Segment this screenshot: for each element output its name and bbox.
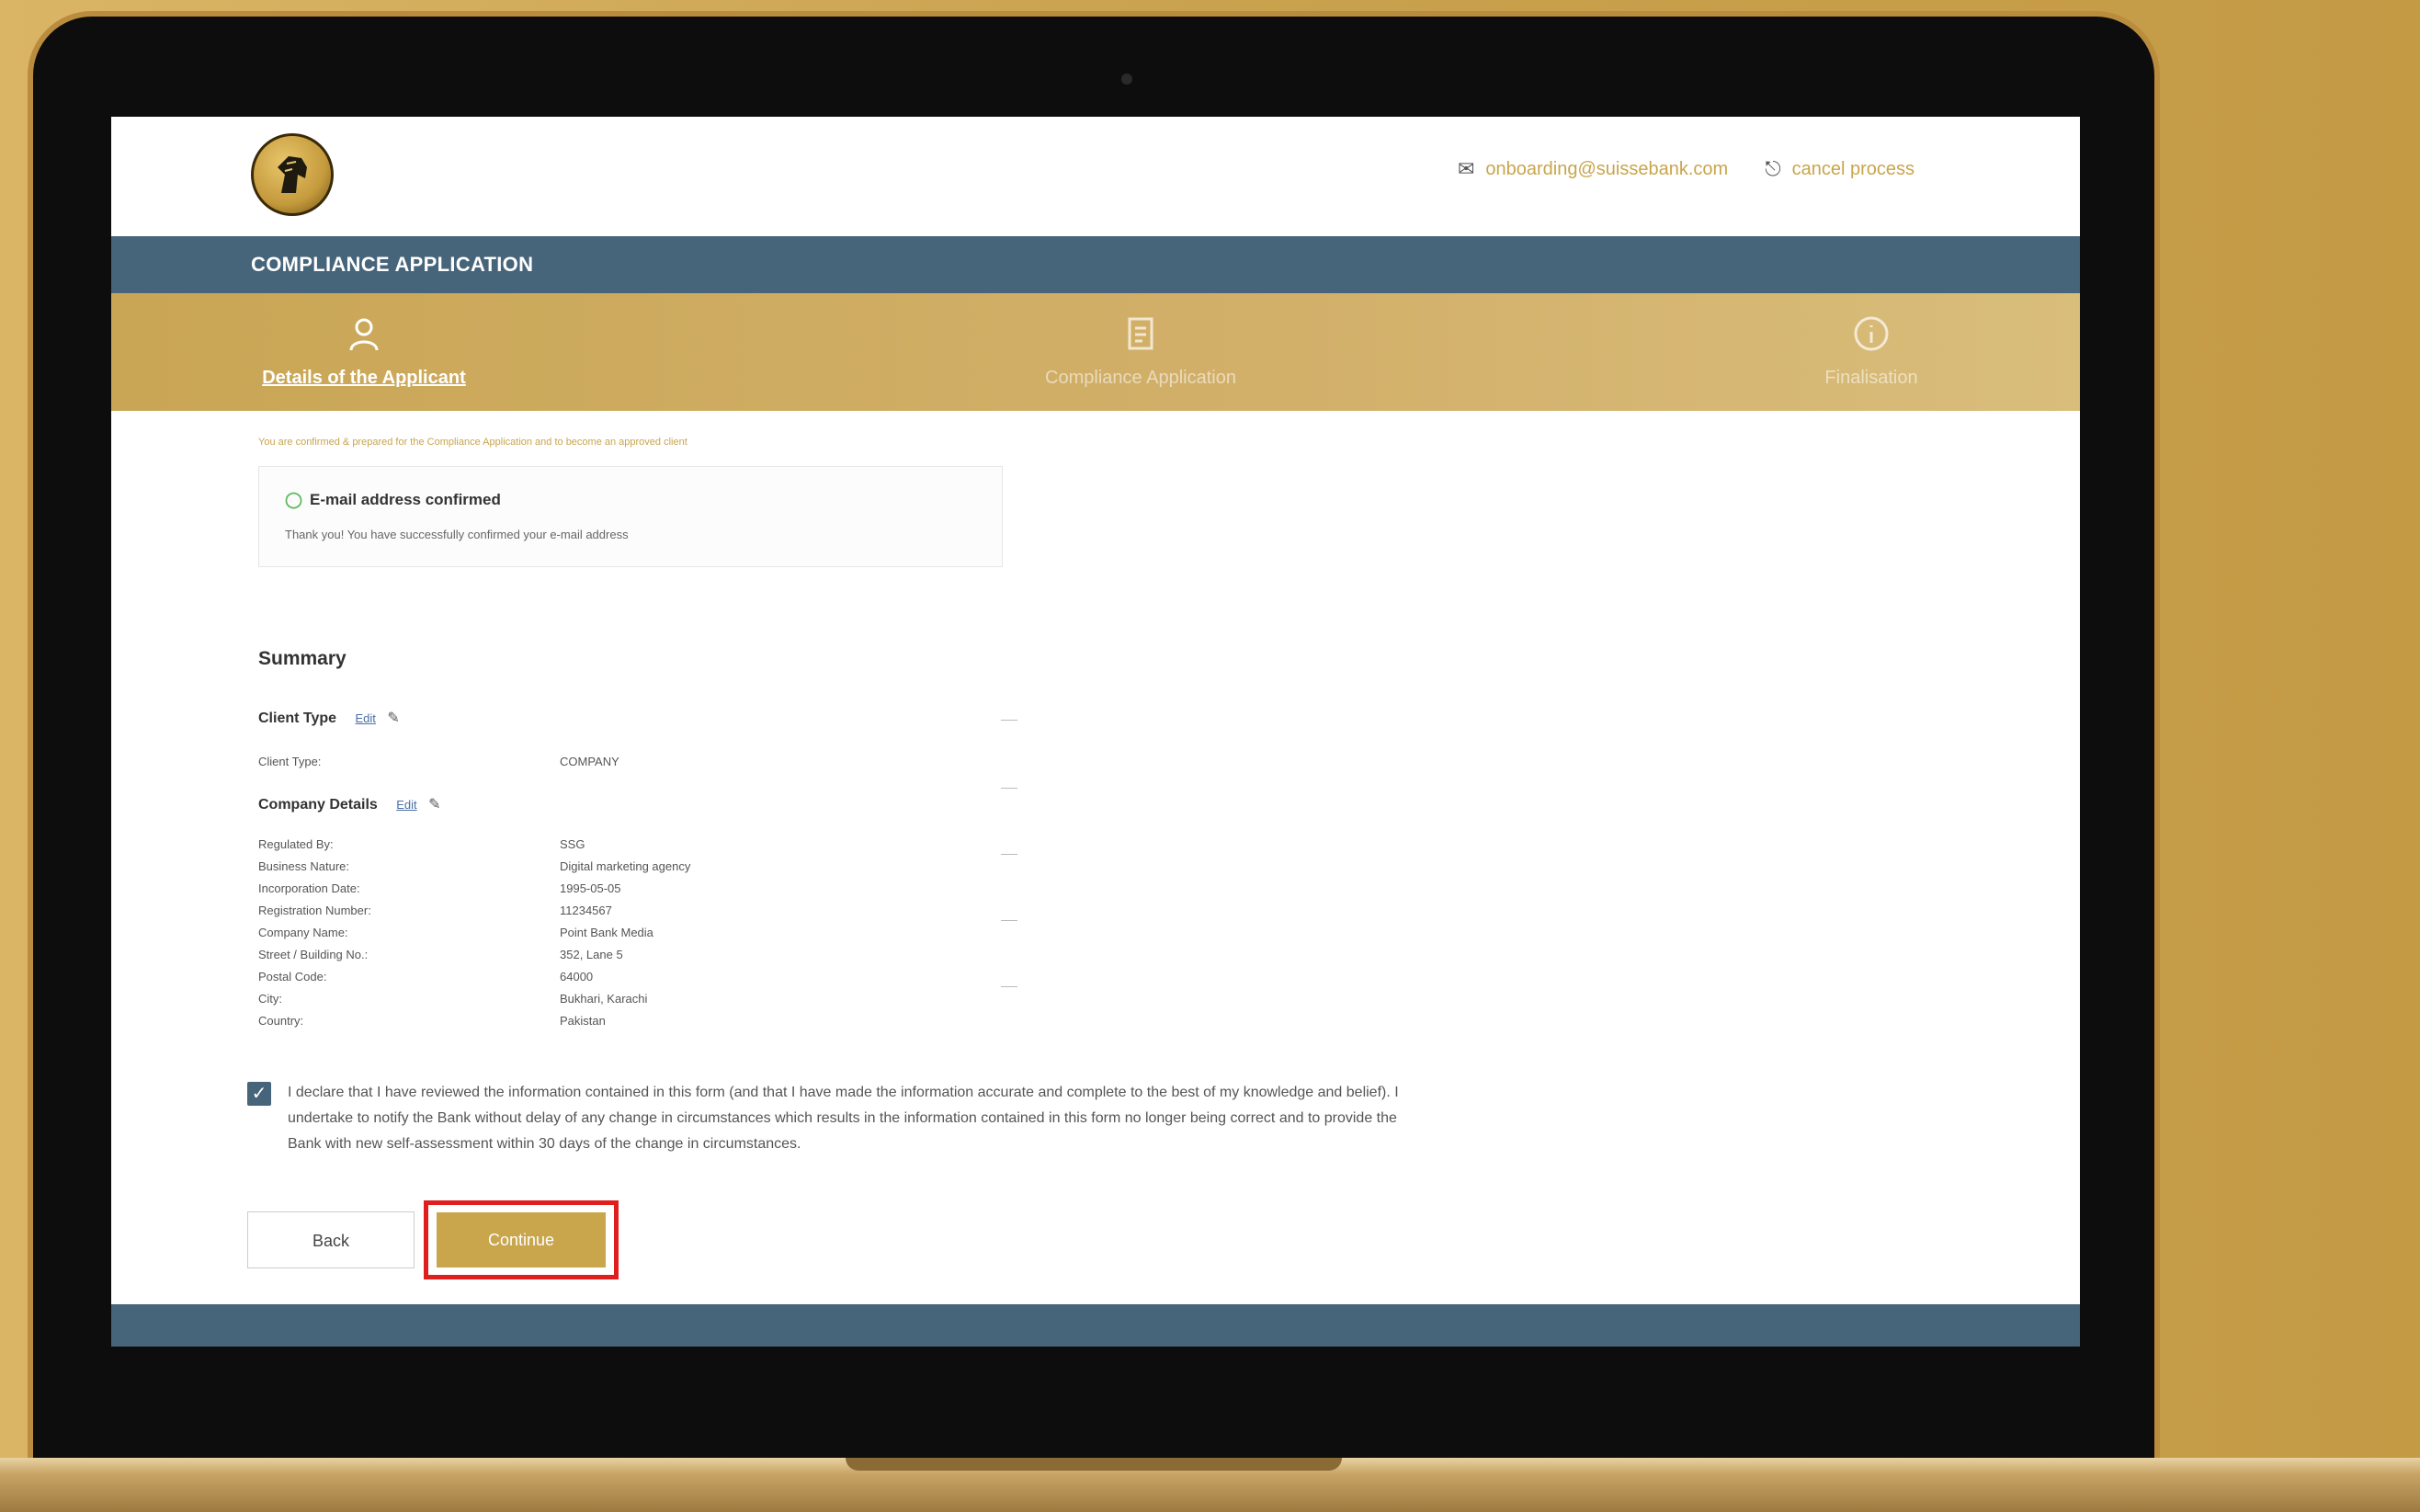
check-circle-icon: ◯ bbox=[285, 491, 303, 508]
cancel-text: cancel process bbox=[1791, 158, 1914, 179]
declaration-text: I declare that I have reviewed the infor… bbox=[288, 1085, 1399, 1152]
step-label: Finalisation bbox=[1824, 368, 1918, 388]
edit-client-type-link[interactable]: Edit bbox=[356, 711, 376, 725]
client-type-heading: Client Type Edit ✎ bbox=[258, 709, 400, 727]
email-confirmed-notice: ◯ E-mail address confirmed Thank you! You… bbox=[258, 466, 1003, 567]
row-value: Digital marketing agency bbox=[560, 859, 691, 873]
summary-title: Summary bbox=[258, 648, 347, 669]
notice-title: ◯ E-mail address confirmed bbox=[285, 491, 501, 509]
site-footer bbox=[111, 1304, 2080, 1347]
divider bbox=[1001, 720, 1017, 721]
notice-title-text: E-mail address confirmed bbox=[310, 491, 501, 508]
site-header: ✉ onboarding@suissebank.com ⎋ cancel pro… bbox=[111, 117, 2080, 236]
client-type-heading-text: Client Type bbox=[258, 711, 337, 726]
row-value: SSG bbox=[560, 837, 585, 851]
company-details-heading-text: Company Details bbox=[258, 797, 378, 813]
divider bbox=[1001, 788, 1017, 789]
camera bbox=[1121, 74, 1132, 85]
row-label: Business Nature: bbox=[258, 859, 349, 873]
page-title-bar: COMPLIANCE APPLICATION bbox=[111, 236, 2080, 293]
step-label: Compliance Application bbox=[1045, 368, 1236, 388]
divider bbox=[1001, 986, 1017, 987]
row-label: Regulated By: bbox=[258, 837, 334, 851]
row-value: 352, Lane 5 bbox=[560, 948, 623, 961]
row-label: Country: bbox=[258, 1014, 304, 1028]
browser-screen: ✉ onboarding@suissebank.com ⎋ cancel pro… bbox=[111, 117, 2080, 1347]
company-details-heading: Company Details Edit ✎ bbox=[258, 795, 441, 813]
divider bbox=[1001, 854, 1017, 855]
header-links: ✉ onboarding@suissebank.com ⎋ cancel pro… bbox=[1458, 157, 1914, 181]
row-label: Company Name: bbox=[258, 926, 348, 939]
step-details-of-applicant[interactable]: Details of the Applicant bbox=[249, 315, 479, 389]
step-finalisation: Finalisation bbox=[1802, 315, 1940, 389]
logout-icon: ⎋ bbox=[1765, 157, 1781, 180]
row-label: Registration Number: bbox=[258, 904, 371, 917]
row-label: Incorporation Date: bbox=[258, 881, 360, 895]
row-value: 1995-05-05 bbox=[560, 881, 621, 895]
cancel-process-link[interactable]: ⎋ cancel process bbox=[1765, 157, 1914, 181]
edit-company-details-link[interactable]: Edit bbox=[396, 798, 416, 812]
step-compliance-application: Compliance Application bbox=[1021, 315, 1260, 389]
row-label: City: bbox=[258, 992, 282, 1006]
row-label: Street / Building No.: bbox=[258, 948, 369, 961]
document-icon bbox=[1021, 315, 1260, 360]
envelope-icon: ✉ bbox=[1457, 157, 1475, 180]
page-title: COMPLIANCE APPLICATION bbox=[251, 253, 534, 276]
email-text: onboarding@suissebank.com bbox=[1485, 158, 1729, 179]
row-label: Postal Code: bbox=[258, 970, 327, 983]
row-value: Bukhari, Karachi bbox=[560, 992, 648, 1006]
laptop-base-notch bbox=[846, 1458, 1342, 1471]
row-value: Point Bank Media bbox=[560, 926, 653, 939]
pencil-icon[interactable]: ✎ bbox=[387, 711, 399, 726]
row-value: Pakistan bbox=[560, 1014, 606, 1028]
notice-text: Thank you! You have successfully confirm… bbox=[285, 528, 629, 541]
row-value: COMPANY bbox=[560, 755, 619, 768]
row-label: Client Type: bbox=[258, 755, 322, 768]
email-link[interactable]: ✉ onboarding@suissebank.com bbox=[1458, 157, 1728, 181]
continue-button[interactable]: Continue bbox=[437, 1212, 606, 1268]
progress-steps: Details of the Applicant Compliance Appl… bbox=[111, 293, 2080, 411]
bank-logo[interactable] bbox=[251, 133, 334, 216]
step-label: Details of the Applicant bbox=[262, 368, 466, 388]
row-value: 11234567 bbox=[560, 904, 612, 917]
pencil-icon[interactable]: ✎ bbox=[428, 797, 440, 813]
declaration-checkbox[interactable]: ✓ bbox=[247, 1082, 271, 1106]
horse-head-icon bbox=[278, 156, 307, 193]
back-button[interactable]: Back bbox=[247, 1211, 415, 1268]
user-icon bbox=[249, 315, 479, 360]
info-icon bbox=[1802, 315, 1940, 360]
confirmation-hint: You are confirmed & prepared for the Com… bbox=[258, 437, 687, 448]
divider bbox=[1001, 920, 1017, 921]
row-value: 64000 bbox=[560, 970, 594, 983]
